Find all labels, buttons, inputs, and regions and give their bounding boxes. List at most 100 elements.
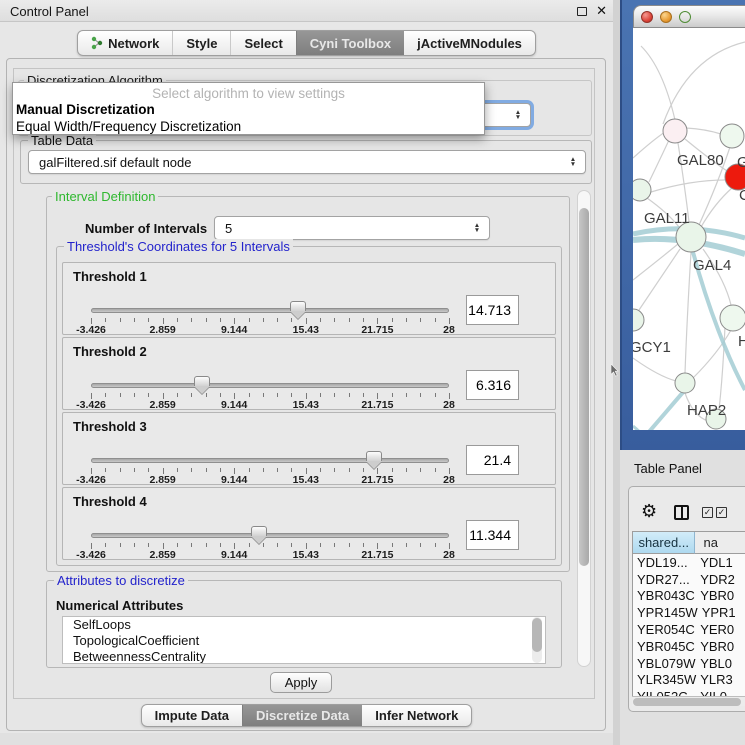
shared-name-cell[interactable]: YDR27... — [633, 572, 696, 587]
threshold-value-field[interactable]: 11.344 — [466, 520, 519, 550]
slider-thumb[interactable] — [251, 526, 267, 536]
table-row[interactable]: YDL19...YDL1 — [633, 554, 745, 571]
network-edge[interactable] — [663, 42, 745, 124]
table-row[interactable]: YDR27...YDR2 — [633, 571, 745, 588]
slider-scale-label: 21.715 — [355, 324, 399, 336]
table-data-combobox[interactable]: galFiltered.sif default node ▲▼ — [28, 150, 586, 174]
shared-name-cell[interactable]: YBR043C — [633, 588, 696, 603]
tab-style[interactable]: Style — [172, 31, 230, 55]
columns-icon[interactable] — [674, 505, 689, 520]
slider-thumb[interactable] — [366, 451, 382, 461]
table-row[interactable]: YBR043CYBR0 — [633, 588, 745, 605]
checkbox-icon[interactable]: ✓ — [716, 507, 727, 518]
close-icon[interactable]: ✕ — [596, 3, 607, 19]
tab-jactivemnodules[interactable]: jActiveMNodules — [404, 31, 535, 55]
network-edge[interactable] — [693, 330, 731, 378]
table-row[interactable]: YBL079WYBL0 — [633, 655, 745, 672]
table-horizontal-scrollbar[interactable] — [632, 696, 745, 706]
attribute-list-item[interactable]: BetweennessCentrality — [63, 649, 545, 664]
threshold-value-field[interactable]: 14.713 — [466, 295, 519, 325]
network-edge-highlighted[interactable] — [633, 390, 685, 430]
scrollbar-thumb[interactable] — [633, 698, 741, 706]
tab-label: jActiveMNodules — [417, 36, 522, 51]
network-node[interactable] — [675, 373, 695, 393]
tab-network[interactable]: Network — [78, 31, 172, 55]
close-traffic-light[interactable] — [641, 11, 653, 23]
table-row[interactable]: YER054CYER0 — [633, 621, 745, 638]
network-canvas[interactable]: GAL80G.GAL11CGAL4GCY1HHAP2 — [633, 28, 745, 430]
slider-scale-label: 21.715 — [355, 399, 399, 411]
name-cell[interactable]: YLR3 — [696, 672, 745, 687]
slider-track[interactable] — [91, 533, 449, 538]
threshold-panel: Threshold 2-3.4262.8599.14415.4321.71528… — [62, 337, 556, 410]
slider-tick — [349, 393, 350, 397]
algorithm-option-equal-width[interactable]: Equal Width/Frequency Discretization — [16, 119, 241, 134]
slider-tick — [191, 543, 192, 547]
network-edge[interactable] — [633, 358, 676, 381]
shared-name-cell[interactable]: YER054C — [633, 622, 696, 637]
name-cell[interactable]: YBR0 — [696, 639, 745, 654]
network-node[interactable] — [720, 124, 744, 148]
name-cell[interactable]: YDL1 — [696, 555, 745, 570]
threshold-value-field[interactable]: 21.4 — [466, 445, 519, 475]
network-edge[interactable] — [685, 252, 691, 373]
column-header-name[interactable]: na — [695, 532, 745, 554]
attribute-list-item[interactable]: TopologicalCoefficient — [63, 633, 545, 649]
tab-impute-data[interactable]: Impute Data — [142, 705, 242, 726]
name-cell[interactable]: YBR0 — [696, 588, 745, 603]
network-edge[interactable] — [701, 188, 732, 227]
table-row[interactable]: YLR345WYLR3 — [633, 672, 745, 689]
settings-vertical-scrollbar[interactable] — [577, 190, 591, 667]
slider-track[interactable] — [91, 308, 449, 313]
slider-track[interactable] — [91, 383, 449, 388]
combobox-stepper-icon: ▲▼ — [565, 157, 581, 167]
tab-discretize-data[interactable]: Discretize Data — [242, 705, 362, 726]
network-edge[interactable] — [639, 249, 680, 310]
shared-name-cell[interactable]: YLR345W — [633, 672, 696, 687]
tab-cyni-toolbox[interactable]: Cyni Toolbox — [296, 31, 404, 55]
shared-name-cell[interactable]: YPR145W — [633, 605, 698, 620]
shared-name-cell[interactable]: YDL19... — [633, 555, 696, 570]
apply-button[interactable]: Apply — [270, 672, 332, 693]
table-row[interactable]: YPR145WYPR1 — [633, 604, 745, 621]
scrollbar-thumb[interactable] — [579, 208, 589, 566]
slider-scale-label: 2.859 — [141, 549, 185, 561]
slider-track[interactable] — [91, 458, 449, 463]
table-row[interactable]: YBR045CYBR0 — [633, 638, 745, 655]
tab-label: Network — [108, 36, 159, 51]
attributes-list-scrollbar[interactable] — [532, 617, 542, 663]
name-cell[interactable]: YBL0 — [696, 656, 745, 671]
attribute-list-item[interactable]: SelfLoops — [63, 617, 545, 633]
node-attribute-table[interactable]: shared... na YDL19...YDL1YDR27...YDR2YBR… — [632, 531, 745, 705]
network-edge[interactable] — [686, 128, 721, 134]
control-panel-window: Control Panel ✕ NetworkStyleSelectCyni T… — [0, 0, 613, 733]
network-node[interactable] — [633, 179, 651, 201]
network-window-titlebar[interactable] — [633, 5, 745, 28]
minimize-traffic-light[interactable] — [660, 11, 672, 23]
algorithm-option-manual[interactable]: Manual Discretization — [16, 102, 155, 117]
checkbox-icon[interactable]: ✓ — [702, 507, 713, 518]
network-node[interactable] — [633, 309, 644, 331]
network-node[interactable] — [720, 305, 745, 331]
name-cell[interactable]: YER0 — [696, 622, 745, 637]
network-edge[interactable] — [649, 140, 669, 182]
slider-thumb[interactable] — [194, 376, 210, 386]
tab-infer-network[interactable]: Infer Network — [362, 705, 471, 726]
network-edge-highlighted[interactable] — [633, 426, 663, 430]
network-node[interactable] — [663, 119, 687, 143]
number-of-intervals-combobox[interactable]: 5 ▲▼ — [214, 216, 490, 240]
threshold-value-field[interactable]: 6.316 — [466, 370, 519, 400]
network-edge[interactable] — [633, 132, 665, 158]
shared-name-cell[interactable]: YBR045C — [633, 639, 696, 654]
name-cell[interactable]: YDR2 — [696, 572, 745, 587]
shared-name-cell[interactable]: YBL079W — [633, 656, 696, 671]
zoom-traffic-light[interactable] — [679, 11, 691, 23]
tab-select[interactable]: Select — [230, 31, 295, 55]
gear-icon[interactable]: ⚙ — [641, 501, 657, 522]
slider-thumb[interactable] — [290, 301, 306, 311]
float-window-icon[interactable] — [577, 7, 587, 16]
scrollbar-thumb[interactable] — [532, 618, 542, 652]
column-header-shared-name[interactable]: shared... — [633, 532, 695, 554]
name-cell[interactable]: YPR1 — [698, 605, 745, 620]
numerical-attributes-list[interactable]: SelfLoopsTopologicalCoefficientBetweenne… — [62, 616, 546, 664]
